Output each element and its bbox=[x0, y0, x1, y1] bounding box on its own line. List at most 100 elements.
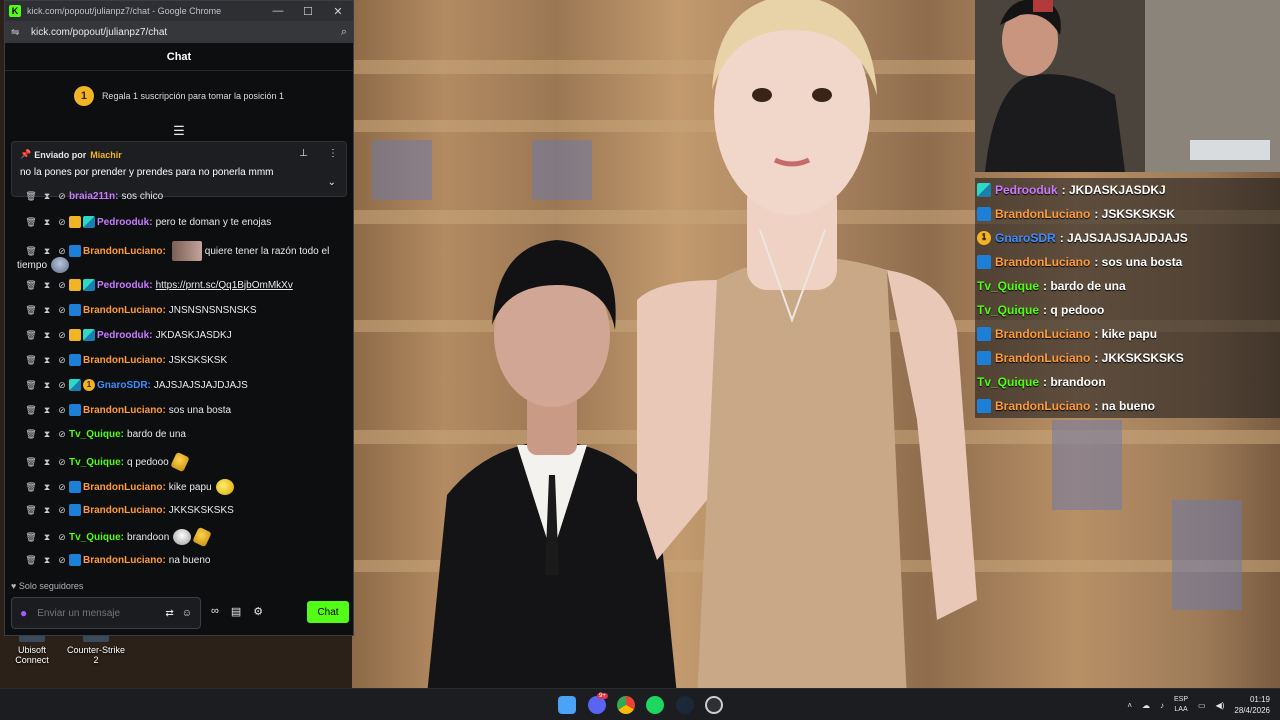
ban-icon[interactable]: ⊘ bbox=[55, 405, 69, 416]
chat-username[interactable]: BrandonLuciano: bbox=[83, 405, 166, 416]
chat-message-row[interactable]: 🗑 ⧗ ⊘ BrandonLuciano: sos una bosta bbox=[5, 404, 345, 416]
chat-username[interactable]: Pedrooduk: bbox=[97, 280, 153, 291]
expand-menu-icon[interactable]: ☰ bbox=[5, 121, 353, 141]
chat-message-row[interactable]: 🗑 ⧗ ⊘ BrandonLuciano: JSKSKSKSK bbox=[5, 354, 345, 366]
store-icon[interactable]: ▤ bbox=[231, 605, 241, 618]
timeout-icon[interactable]: ⧗ bbox=[39, 555, 55, 566]
timeout-icon[interactable]: ⧗ bbox=[39, 482, 55, 493]
clock[interactable]: 01:19 28/4/2026 bbox=[1234, 694, 1270, 716]
network-cloud-icon[interactable]: ☁ bbox=[1142, 701, 1150, 710]
chat-username[interactable]: BrandonLuciano: bbox=[83, 355, 166, 366]
minimize-button[interactable]: — bbox=[263, 5, 293, 17]
extensions-icon[interactable]: ∞ bbox=[211, 605, 219, 618]
timeout-icon[interactable]: ⧗ bbox=[39, 457, 55, 468]
ban-icon[interactable]: ⊘ bbox=[55, 246, 69, 257]
delete-message-icon[interactable]: 🗑 bbox=[23, 355, 39, 366]
delete-message-icon[interactable]: 🗑 bbox=[23, 555, 39, 566]
chat-username[interactable]: BrandonLuciano: bbox=[83, 246, 166, 257]
chat-message-row[interactable]: 🗑 ⧗ ⊘ Pedrooduk: https://prnt.sc/Qq1BjbOmMkX… bbox=[5, 279, 345, 291]
chat-username[interactable]: Pedrooduk: bbox=[97, 330, 153, 341]
steam-icon[interactable] bbox=[676, 696, 694, 714]
chat-message-row[interactable]: 🗑 ⧗ ⊘ Pedrooduk: JKDASKJASDKJ bbox=[5, 329, 345, 341]
ban-icon[interactable]: ⊘ bbox=[55, 280, 69, 291]
chat-message-list[interactable]: 🗑 ⧗ ⊘ braia211n: sos chico 🗑 ⧗ ⊘ Pedrooduk: pero … bbox=[5, 191, 351, 576]
chat-username[interactable]: Pedrooduk: bbox=[97, 217, 153, 228]
display-icon[interactable]: ▭ bbox=[1198, 701, 1206, 710]
ban-icon[interactable]: ⊘ bbox=[55, 532, 69, 543]
timeout-icon[interactable]: ⧗ bbox=[39, 355, 55, 366]
delete-message-icon[interactable]: 🗑 bbox=[23, 280, 39, 291]
chat-username[interactable]: Tv_Quique: bbox=[69, 429, 124, 440]
chat-message-row[interactable]: 🗑 ⧗ ⊘ Tv_Quique: q pedooo bbox=[5, 451, 345, 473]
timeout-icon[interactable]: ⧗ bbox=[39, 246, 55, 257]
delete-message-icon[interactable]: 🗑 bbox=[23, 217, 39, 228]
chevron-down-icon[interactable]: ⌄ bbox=[328, 177, 336, 188]
ban-icon[interactable]: ⊘ bbox=[55, 191, 69, 202]
chat-message-row[interactable]: 🗑 ⧗ ⊘ BrandonLuciano: na bueno bbox=[5, 554, 345, 566]
obs-icon[interactable] bbox=[705, 696, 723, 714]
ban-icon[interactable]: ⊘ bbox=[55, 330, 69, 341]
chat-message-row[interactable]: 🗑 ⧗ ⊘ Pedrooduk: pero te doman y te enojas bbox=[5, 216, 345, 228]
chevron-up-icon[interactable]: ˄ bbox=[1127, 701, 1132, 710]
delete-message-icon[interactable]: 🗑 bbox=[23, 429, 39, 440]
chat-username[interactable]: BrandonLuciano: bbox=[83, 505, 166, 516]
chat-message-row[interactable]: 🗑 ⧗ ⊘ BrandonLuciano: JNSNSNSNSNSKS bbox=[5, 304, 345, 316]
spotify-icon[interactable] bbox=[646, 696, 664, 714]
desktop-icon-cs2[interactable]: Counter-Strike 2 bbox=[64, 632, 128, 665]
ban-icon[interactable]: ⊘ bbox=[55, 355, 69, 366]
unpin-icon[interactable]: ⊥ bbox=[299, 148, 308, 159]
delete-message-icon[interactable]: 🗑 bbox=[23, 305, 39, 316]
chat-username[interactable]: BrandonLuciano: bbox=[83, 305, 166, 316]
chat-message-row[interactable]: 🗑 ⧗ ⊘ 1 GnaroSDR: JAJSJAJSJAJDJAJS bbox=[5, 379, 345, 391]
delete-message-icon[interactable]: 🗑 bbox=[23, 191, 39, 202]
chat-message-row[interactable]: 🗑 ⧗ ⊘ Tv_Quique: bardo de una bbox=[5, 429, 345, 440]
mic-tray-icon[interactable]: ♪ bbox=[1160, 701, 1164, 710]
input-language[interactable]: ESP LAA bbox=[1174, 695, 1188, 715]
timeout-icon[interactable]: ⧗ bbox=[39, 429, 55, 440]
chat-message-row[interactable]: 🗑 ⧗ ⊘ braia211n: sos chico bbox=[5, 191, 345, 202]
timeout-icon[interactable]: ⧗ bbox=[39, 191, 55, 202]
chat-username[interactable]: BrandonLuciano: bbox=[83, 482, 166, 493]
emoji-icon[interactable]: ☺ bbox=[182, 608, 192, 619]
ban-icon[interactable]: ⊘ bbox=[55, 555, 69, 566]
chat-message-row[interactable]: 🗑 ⧗ ⊘ Tv_Quique: brandoon bbox=[5, 526, 345, 548]
timeout-icon[interactable]: ⧗ bbox=[39, 505, 55, 516]
url-text[interactable]: kick.com/popout/julianpz7/chat bbox=[31, 27, 341, 38]
ban-icon[interactable]: ⊘ bbox=[55, 505, 69, 516]
address-bar[interactable]: ⇋ kick.com/popout/julianpz7/chat ⌕ bbox=[5, 21, 353, 43]
timeout-icon[interactable]: ⧗ bbox=[39, 532, 55, 543]
timeout-icon[interactable]: ⧗ bbox=[39, 305, 55, 316]
timeout-icon[interactable]: ⧗ bbox=[39, 330, 55, 341]
volume-icon[interactable]: ◀) bbox=[1216, 701, 1225, 710]
ban-icon[interactable]: ⊘ bbox=[55, 429, 69, 440]
message-input-box[interactable]: ● ⇄ ☺ bbox=[11, 597, 201, 629]
delete-message-icon[interactable]: 🗑 bbox=[23, 532, 39, 543]
timeout-icon[interactable]: ⧗ bbox=[39, 217, 55, 228]
delete-message-icon[interactable]: 🗑 bbox=[23, 405, 39, 416]
zoom-icon[interactable]: ⌕ bbox=[341, 26, 347, 39]
pinned-author[interactable]: Miachir bbox=[90, 150, 122, 160]
site-settings-icon[interactable]: ⇋ bbox=[11, 27, 25, 38]
timeout-icon[interactable]: ⧗ bbox=[39, 405, 55, 416]
ban-icon[interactable]: ⊘ bbox=[55, 305, 69, 316]
chat-username[interactable]: GnaroSDR: bbox=[97, 380, 151, 391]
delete-message-icon[interactable]: 🗑 bbox=[23, 246, 39, 257]
more-options-icon[interactable]: ⋮ bbox=[328, 148, 338, 159]
timeout-icon[interactable]: ⧗ bbox=[39, 380, 55, 391]
window-titlebar[interactable]: K kick.com/popout/julianpz7/chat - Googl… bbox=[5, 1, 353, 21]
ban-icon[interactable]: ⊘ bbox=[55, 380, 69, 391]
delete-message-icon[interactable]: 🗑 bbox=[23, 457, 39, 468]
delete-message-icon[interactable]: 🗑 bbox=[23, 505, 39, 516]
delete-message-icon[interactable]: 🗑 bbox=[23, 482, 39, 493]
chat-username[interactable]: BrandonLuciano: bbox=[83, 555, 166, 566]
ban-icon[interactable]: ⊘ bbox=[55, 482, 69, 493]
chrome-icon[interactable] bbox=[617, 696, 635, 714]
ban-icon[interactable]: ⊘ bbox=[55, 457, 69, 468]
maximize-button[interactable]: ☐ bbox=[293, 5, 323, 18]
settings-gear-icon[interactable]: ⚙ bbox=[253, 605, 263, 618]
translate-icon[interactable]: ⇄ bbox=[165, 608, 173, 619]
close-button[interactable]: ✕ bbox=[323, 5, 353, 18]
chat-username[interactable]: Tv_Quique: bbox=[69, 532, 124, 543]
delete-message-icon[interactable]: 🗑 bbox=[23, 380, 39, 391]
windows-start-icon[interactable] bbox=[558, 696, 576, 714]
